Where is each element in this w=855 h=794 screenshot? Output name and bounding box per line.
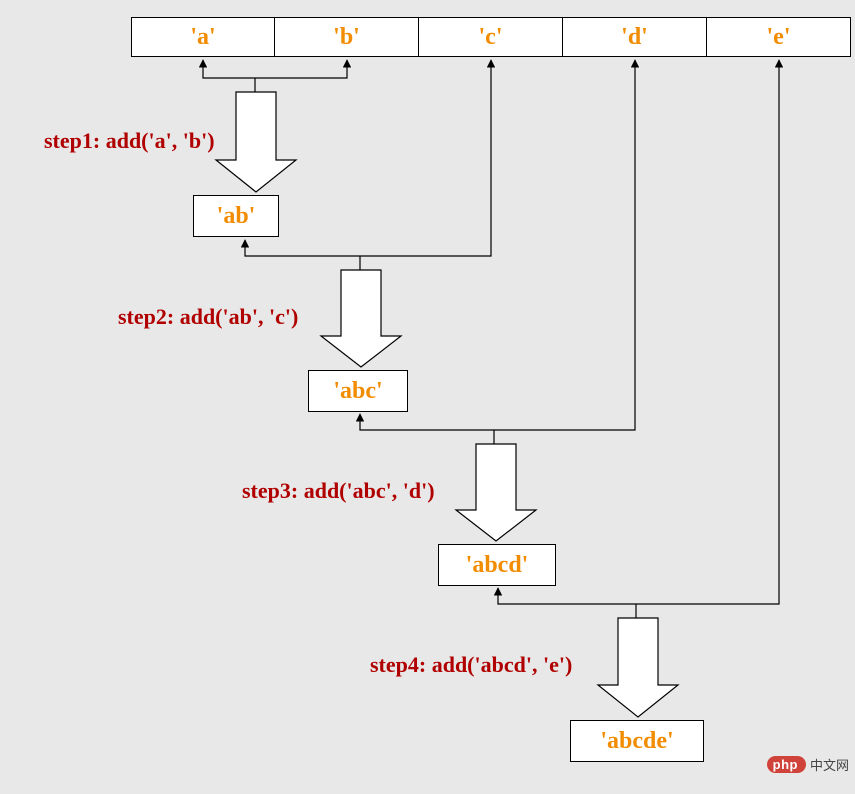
step-label: step3: add('abc', 'd') xyxy=(242,478,435,504)
array-cell: 'e' xyxy=(707,17,851,57)
result-box: 'ab' xyxy=(193,195,279,237)
step-label: step1: add('a', 'b') xyxy=(44,128,215,154)
array-cell: 'c' xyxy=(419,17,563,57)
watermark: php 中文网 xyxy=(767,755,849,774)
block-arrow-step1 xyxy=(216,92,296,192)
watermark-brand: php xyxy=(767,756,806,773)
diagram-canvas: 'a' 'b' 'c' 'd' 'e' 'ab' 'abc' 'abcd' 'a… xyxy=(0,0,855,794)
array-cell: 'b' xyxy=(275,17,419,57)
block-arrow-step4 xyxy=(598,618,678,717)
block-arrow-step2 xyxy=(321,270,401,367)
step-label: step2: add('ab', 'c') xyxy=(118,304,298,330)
result-box: 'abcd' xyxy=(438,544,556,586)
result-box: 'abcde' xyxy=(570,720,704,762)
bracket-step1 xyxy=(203,60,347,92)
bracket-step2 xyxy=(245,60,491,270)
step-label: step4: add('abcd', 'e') xyxy=(370,652,572,678)
result-box: 'abc' xyxy=(308,370,408,412)
bracket-step4 xyxy=(498,60,779,618)
block-arrow-step3 xyxy=(456,444,536,541)
array-cell: 'a' xyxy=(131,17,275,57)
array-cell: 'd' xyxy=(563,17,707,57)
array-row: 'a' 'b' 'c' 'd' 'e' xyxy=(131,17,851,57)
watermark-text: 中文网 xyxy=(810,755,849,774)
